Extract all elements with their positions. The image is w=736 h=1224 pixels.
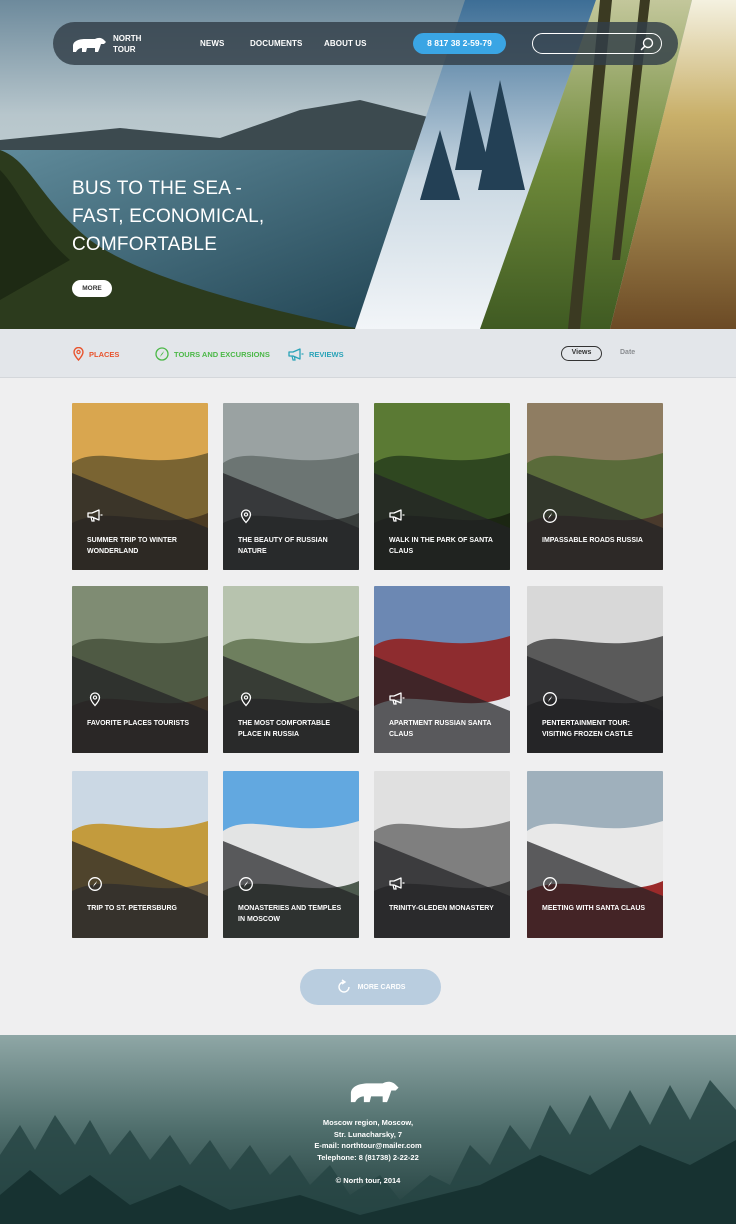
footer-address-line2: Str. Lunacharsky, 7 — [333, 1129, 403, 1139]
card-title: IMPASSABLE ROADS RUSSIA — [542, 537, 643, 544]
compass-icon — [239, 877, 253, 891]
card-title: WALK IN THE PARK OF SANTA CLAUS — [389, 537, 493, 555]
footer-copyright: © North tour, 2014 — [335, 1176, 401, 1185]
tour-card[interactable]: SUMMER TRIP TO WINTER WONDERLAND — [72, 403, 208, 570]
hero-title-line2: FAST, ECONOMICAL, — [72, 206, 265, 227]
card-title: PENTERTAINMENT TOUR: VISITING FROZEN CAS… — [542, 720, 633, 738]
card-title: TRINITY-GLEDEN MONASTERY — [389, 905, 494, 912]
hero-more-button[interactable]: MORE — [72, 280, 112, 297]
compass-icon — [543, 509, 557, 523]
brand-name: NORTH TOUR — [113, 33, 153, 55]
search-input[interactable] — [541, 36, 635, 50]
hero-banner: NORTH TOUR NEWS DOCUMENTS ABOUT US 8 817… — [0, 0, 736, 329]
filter-tours[interactable]: TOURS AND EXCURSIONS — [155, 345, 270, 363]
card-title: MONASTERIES AND TEMPLES IN MOSCOW — [238, 905, 342, 923]
tour-card[interactable]: TRINITY-GLEDEN MONASTERY — [374, 771, 510, 938]
tour-card[interactable]: FAVORITE PLACES TOURISTS — [72, 586, 208, 753]
compass-icon — [543, 692, 557, 706]
megaphone-icon — [288, 347, 304, 361]
megaphone-icon — [389, 877, 405, 890]
tour-card[interactable]: IMPASSABLE ROADS RUSSIA — [527, 403, 663, 570]
filter-bar: PLACES TOURS AND EXCURSIONS REVIEWS View… — [0, 329, 736, 378]
filter-reviews-label: REVIEWS — [309, 349, 344, 359]
filter-reviews[interactable]: REVIEWS — [288, 345, 344, 363]
polar-bear-icon — [73, 37, 106, 52]
tour-card[interactable]: MONASTERIES AND TEMPLES IN MOSCOW — [223, 771, 359, 938]
map-pin-icon — [240, 692, 252, 707]
filter-places-label: PLACES — [89, 349, 120, 359]
tour-card[interactable]: MEETING WITH SANTA CLAUS — [527, 771, 663, 938]
search-field[interactable] — [532, 33, 662, 54]
filter-places[interactable]: PLACES — [73, 345, 119, 363]
megaphone-icon — [389, 692, 405, 705]
card-title: THE MOST COMFORTABLE PLACE IN RUSSIA — [238, 720, 331, 738]
phone-button[interactable]: 8 817 38 2-59-79 — [413, 33, 506, 54]
tour-card[interactable]: PENTERTAINMENT TOUR: VISITING FROZEN CAS… — [527, 586, 663, 753]
main-navbar: NORTH TOUR NEWS DOCUMENTS ABOUT US 8 817… — [53, 22, 678, 65]
brand-name-line1: NORTH — [113, 34, 142, 43]
card-title: APARTMENT RUSSIAN SANTA CLAUS — [389, 720, 492, 738]
footer-email[interactable]: E-mail: northtour@mailer.com — [268, 1140, 468, 1152]
tour-card[interactable]: THE MOST COMFORTABLE PLACE IN RUSSIA — [223, 586, 359, 753]
tour-card[interactable]: WALK IN THE PARK OF SANTA CLAUS — [374, 403, 510, 570]
card-title: MEETING WITH SANTA CLAUS — [542, 905, 646, 912]
sort-date-button[interactable]: Date — [620, 349, 635, 356]
compass-icon — [543, 877, 557, 891]
nav-link-documents[interactable]: DOCUMENTS — [250, 39, 302, 48]
hero-title-line3: COMFORTABLE — [72, 234, 218, 255]
hero-title-line1: BUS TO THE SEA - — [72, 178, 243, 199]
card-title: FAVORITE PLACES TOURISTS — [87, 720, 190, 727]
more-cards-button[interactable]: MORE CARDS — [300, 969, 441, 1005]
compass-icon — [155, 347, 169, 361]
hero-title: BUS TO THE SEA - FAST, ECONOMICAL, COMFO… — [72, 175, 312, 259]
footer-polar-bear-icon — [350, 1081, 399, 1103]
footer-contacts: Moscow region, Moscow, Str. Lunacharsky,… — [268, 1117, 468, 1163]
map-pin-icon — [240, 509, 252, 524]
footer: Moscow region, Moscow, Str. Lunacharsky,… — [0, 1035, 736, 1224]
brand-name-line2: TOUR — [113, 45, 136, 54]
nav-link-news[interactable]: NEWS — [200, 39, 224, 48]
tour-card[interactable]: TRIP TO ST. PETERSBURG — [72, 771, 208, 938]
more-cards-label: MORE CARDS — [357, 983, 406, 991]
card-title: TRIP TO ST. PETERSBURG — [87, 905, 177, 912]
compass-icon — [88, 877, 102, 891]
footer-address-line1: Moscow region, Moscow, — [322, 1118, 414, 1127]
megaphone-icon — [389, 509, 405, 522]
card-title: SUMMER TRIP TO WINTER WONDERLAND — [87, 537, 177, 555]
tour-card[interactable]: APARTMENT RUSSIAN SANTA CLAUS — [374, 586, 510, 753]
refresh-icon — [337, 979, 350, 993]
footer-phone: Telephone: 8 (81738) 2-22-22 — [317, 1152, 419, 1162]
map-pin-icon — [73, 347, 84, 361]
tour-card[interactable]: THE BEAUTY OF RUSSIAN NATURE — [223, 403, 359, 570]
sort-views-button[interactable]: Views — [561, 346, 602, 361]
card-title: THE BEAUTY OF RUSSIAN NATURE — [238, 537, 328, 555]
megaphone-icon — [87, 509, 103, 522]
nav-link-about-us[interactable]: ABOUT US — [324, 39, 367, 48]
map-pin-icon — [89, 692, 101, 707]
filter-tours-label: TOURS AND EXCURSIONS — [174, 349, 270, 359]
brand-logo[interactable]: NORTH TOUR — [71, 32, 161, 56]
search-icon[interactable] — [640, 37, 654, 51]
